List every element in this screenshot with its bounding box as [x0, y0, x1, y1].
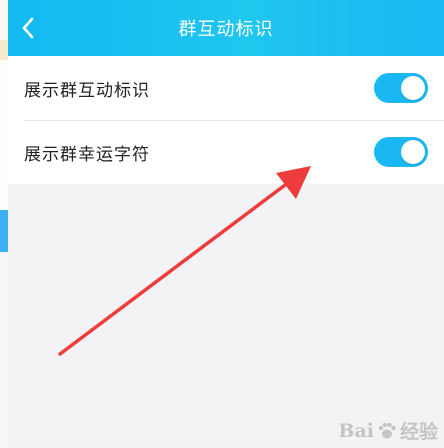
toggle-knob	[401, 76, 425, 100]
background-screen-edge	[0, 0, 8, 448]
setting-row-lucky-character: 展示群幸运字符	[8, 120, 444, 184]
toggle-knob	[401, 140, 425, 164]
interaction-badge-toggle[interactable]	[374, 73, 428, 103]
chevron-left-icon	[22, 17, 34, 39]
setting-label-interaction-badge: 展示群互动标识	[24, 80, 150, 101]
watermark-text-left: Bai	[338, 419, 374, 442]
nav-header: 群互动标识	[8, 0, 444, 56]
setting-row-interaction-badge: 展示群互动标识	[8, 56, 444, 120]
setting-label-lucky-character: 展示群幸运字符	[24, 144, 150, 165]
paw-icon	[378, 422, 396, 438]
settings-screen: 群互动标识 展示群互动标识 展示群幸运字符	[8, 0, 444, 448]
back-button[interactable]	[10, 10, 46, 46]
lucky-character-toggle[interactable]	[374, 137, 428, 167]
page-title: 群互动标识	[178, 19, 274, 40]
baidu-jingyan-watermark: Bai 经验	[338, 417, 438, 444]
settings-list: 展示群互动标识 展示群幸运字符	[8, 56, 444, 184]
watermark-text-right: 经验	[399, 421, 438, 443]
